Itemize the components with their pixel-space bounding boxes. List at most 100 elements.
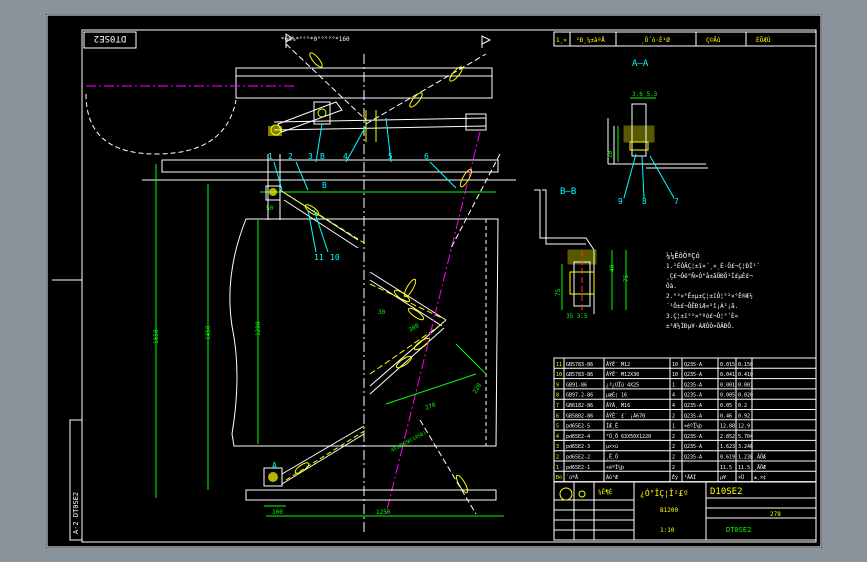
bom-header-cell: Ãû³Æ [606, 474, 618, 481]
bom-cell: 2 [672, 444, 675, 450]
bom-cell: GB6182-86 [566, 403, 593, 409]
part-7: 7 [674, 197, 679, 206]
bom-cell: 0.410 [738, 372, 753, 378]
part-6: 6 [424, 152, 429, 161]
bom-header-cell: ±¸×¢ [754, 475, 766, 481]
dim-bb-40: 40 [609, 264, 616, 272]
inner-border [81, 29, 817, 543]
bom-cell: ÂÝË¨ £­´ ¡Á670 [606, 412, 645, 419]
section-b-mark: B [320, 152, 325, 161]
bom-cell: 2.852 [720, 434, 735, 440]
technical-notes: ¼¼ÊõÒªÇó 1.²ÉÓÃÇ¦±ï×´¸×¸É·Ö£¬Ç¦ÐÎ¹´ ¸Ç£¬… [666, 251, 760, 330]
dim-aa-top: 3.6 5.3 [632, 91, 658, 98]
bom-cell: 0.92 [738, 413, 750, 419]
bom-cell: 0.005 [720, 393, 735, 399]
bom-cell: ²Û¸Ö 63X50X1220 [606, 433, 651, 440]
bom-cell: 0.46 [720, 413, 732, 419]
bom-cell: 10 [556, 372, 562, 378]
dim-300: 300 [408, 322, 421, 334]
drawing-title: ¿Ó°ÎÇ¦Î²£º [640, 487, 688, 498]
bom-cell: 0.001 [720, 382, 735, 388]
main-view: 1650 1450 1200 1250 100 50 270 220 300 4… [85, 33, 516, 534]
bom-cell: Q235-A [684, 393, 702, 399]
header-row: 1¸» ²Ð¸¼±àºÅ ¸Ö´ò·È¹Ø Ç©Ãû ÈÕÆÚ [553, 31, 817, 47]
bom-cell: Q235-A [684, 382, 702, 388]
bom-cell: 0.041 [720, 372, 735, 378]
bom-cell: 12.9 [738, 424, 750, 430]
bom-cell: 2 [672, 465, 675, 471]
bom-cell: 0.05 [720, 403, 732, 409]
weight: 278 [770, 511, 781, 518]
bom-cell: 7 [556, 403, 559, 409]
bom-cell: pd65E2-5 [566, 424, 590, 430]
header-cell: ²Ð¸¼±àºÅ [576, 37, 605, 44]
middle-frame [161, 159, 499, 173]
header-cell: ÈÕÆÚ [756, 36, 771, 44]
dim-270: 270 [424, 401, 437, 411]
bom-cell: GB5783-86 [566, 362, 593, 368]
drum-arc [85, 93, 237, 155]
bom-header-cell: ²ÄÁÏ [684, 474, 696, 481]
bom-cell: 1 [672, 382, 675, 388]
part-callouts: 1 2 3 4 5 6 11 10 B B A [268, 117, 457, 470]
part-1: 1 [268, 152, 273, 161]
part-10: 10 [330, 253, 340, 262]
dim-50: 50 [266, 205, 274, 212]
bom-cell: ¸ÄÖÆ [754, 464, 766, 471]
bom-cell: 1.238 [738, 455, 753, 461]
bom-cell: Q235-A [684, 434, 702, 440]
bom-cell: Q235-A [684, 444, 702, 450]
note-line: ¸Ç£¬Óë°Ñ×Ó°å±ãÖÐÖ¹Í£µÈ£¬ [666, 272, 753, 280]
bom-cell: µæÈ¦ 16 [606, 391, 627, 399]
mirror-number: DT0SE2 [94, 33, 127, 43]
bom-cell: 11.5 [738, 465, 750, 471]
bom-header-cell: Ðò [556, 474, 562, 481]
bom-cell: pd65E2-4 [566, 434, 590, 440]
bom-cell: 0.619 [720, 455, 735, 461]
dim-100: 100 [272, 509, 283, 516]
bom-header-cell: ×Ü [738, 474, 744, 481]
bom-cell: 11 [556, 362, 562, 368]
dim-aa-20: 20 [607, 150, 614, 158]
diagonal-axis [385, 131, 481, 515]
bom-cell: 0.015 [720, 362, 735, 368]
scale: 1:10 [660, 527, 675, 534]
bom-cell: pd65E2-1 [566, 465, 590, 471]
section-bb-label: B—B [560, 187, 576, 197]
dim-220: 220 [472, 382, 484, 395]
bom-header-cell: ´úºÅ [566, 474, 578, 481]
bom-cell: Q235-A [684, 413, 702, 419]
section-aa: A—A 3.6 5.3 20 9 8 7 [607, 59, 708, 206]
header-cell: 1¸» [556, 37, 567, 44]
dim-angled: 4X12W2W(1450) [390, 430, 427, 454]
note-line: Óà. [666, 283, 677, 290]
projection-symbol [559, 487, 573, 501]
bom-cell: 4 [672, 393, 675, 399]
drawing-frame: DT0SE2 *60%*°°°*0°°°°°*160 A-2 DT0SE2 1¸… [46, 14, 822, 548]
bom-cell: ÂÝË¨ M12X30 [606, 371, 639, 378]
bom-cell: 4 [672, 403, 675, 409]
bom-cell: 4 [556, 434, 559, 440]
bom-cell: 12.88 [720, 424, 735, 430]
bom-cell: GB97.2-86 [566, 393, 593, 399]
bom-cell: Q235-A [684, 362, 702, 368]
dim-1250: 1250 [376, 509, 391, 516]
bom-cell: 2 [556, 455, 559, 461]
header-cell: ¸Ö´ò·È¹Ø [641, 36, 670, 44]
part-4: 4 [343, 152, 348, 161]
bom-cell: 2 [672, 455, 675, 461]
header-cell: Ç©Ãû [706, 37, 721, 44]
bom-cell: 3.246 [738, 444, 753, 450]
dim-bb-75b: 75 [555, 288, 562, 296]
cad-drawing: DT0SE2 *60%*°°°*0°°°°°*160 A-2 DT0SE2 1¸… [46, 14, 822, 548]
note-line: ±³Æ½ÌÐµ¥·ÀÆÓÒ»ÖÂÐÔ. [666, 323, 735, 330]
bom-cell: 8 [556, 393, 559, 399]
bom-cell: 2 [672, 434, 675, 440]
bom-cell: 0.001 [738, 382, 753, 388]
note-line: 1.²ÉÓÃÇ¦±ï×´¸×¸É·Ö£¬Ç¦ÐÎ¹´ [666, 262, 760, 270]
bom-cell: 1 [672, 424, 675, 430]
bom-cell: ¸Ë¸Ö [606, 454, 618, 461]
bom-cell: ×éºÏ¼þ [606, 464, 624, 471]
title-block: ¿Ó°ÎÇ¦Î²£º B1200 1:10 D10SE2 278 ¼Ê¶È DT… [553, 481, 817, 541]
bom-cell: 3 [556, 444, 559, 450]
